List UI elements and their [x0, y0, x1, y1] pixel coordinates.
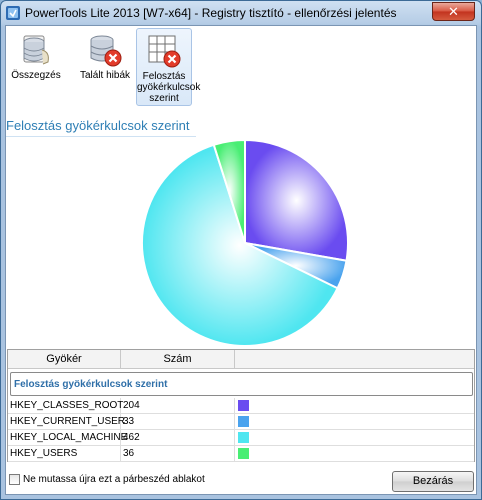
- report-window: PowerTools Lite 2013 [W7-x64] - Registry…: [0, 0, 482, 500]
- window-title: PowerTools Lite 2013 [W7-x64] - Registry…: [25, 6, 397, 20]
- section-divider: [6, 136, 196, 137]
- tool-root-key-split[interactable]: Felosztás gyökérkulcsok szerint: [136, 28, 201, 106]
- dialog-content: Összegzés Talált hibák Felosztás gyökérk…: [5, 25, 477, 495]
- column-header-color[interactable]: [235, 350, 474, 369]
- table-header: Gyökér Szám: [8, 350, 474, 369]
- cell-count: 33: [121, 414, 235, 430]
- dont-show-again-checkbox[interactable]: [9, 474, 20, 485]
- cell-root: HKEY_LOCAL_MACHINE: [8, 430, 127, 446]
- toolbar: Összegzés Talált hibák Felosztás gyökérk…: [6, 26, 476, 110]
- tool-label-line: szerint: [149, 93, 179, 104]
- tool-label-line: Felosztás: [142, 71, 186, 82]
- cell-root: HKEY_CLASSES_ROOT: [8, 398, 123, 414]
- cell-count: 204: [121, 398, 235, 414]
- color-swatch: [238, 416, 249, 427]
- color-swatch: [238, 432, 249, 443]
- close-button[interactable]: Bezárás: [392, 471, 474, 492]
- table-row[interactable]: HKEY_USERS 36: [8, 446, 474, 462]
- title-bar[interactable]: PowerTools Lite 2013 [W7-x64] - Registry…: [1, 1, 481, 25]
- cell-count: 462: [121, 430, 235, 446]
- registry-error-icon: [90, 35, 122, 67]
- tool-summary[interactable]: Összegzés: [8, 28, 64, 106]
- close-icon: ✕: [448, 4, 459, 19]
- table-row[interactable]: HKEY_LOCAL_MACHINE 462: [8, 430, 474, 446]
- group-label: Felosztás gyökérkulcsok szerint: [14, 379, 168, 390]
- tool-label: Összegzés: [11, 70, 61, 81]
- grid-error-icon: [148, 35, 181, 68]
- color-swatch: [238, 448, 249, 459]
- window-close-button[interactable]: ✕: [432, 2, 475, 21]
- dont-show-again-label[interactable]: Ne mutassa újra ezt a párbeszéd ablakot: [23, 474, 205, 485]
- root-key-table: Gyökér Szám Felosztás gyökérkulcsok szer…: [7, 349, 475, 462]
- column-header-root[interactable]: Gyökér: [8, 350, 121, 369]
- tool-label-line: gyökérkulcsok: [137, 82, 201, 93]
- table-group-row[interactable]: Felosztás gyökérkulcsok szerint: [10, 372, 473, 396]
- cell-count: 36: [121, 446, 235, 462]
- tool-label: Talált hibák: [79, 70, 131, 81]
- cell-root: HKEY_CURRENT_USER: [8, 414, 125, 430]
- pie-chart: [141, 138, 349, 347]
- pie-slice-hkey-classes-root: [244, 138, 349, 262]
- tool-found-errors[interactable]: Talált hibák: [72, 28, 138, 106]
- registry-stack-icon: [23, 35, 49, 65]
- table-row[interactable]: HKEY_CURRENT_USER 33: [8, 414, 474, 430]
- section-title: Felosztás gyökérkulcsok szerint: [6, 118, 190, 133]
- dialog-footer: Ne mutassa újra ezt a párbeszéd ablakot …: [6, 470, 476, 494]
- table-row[interactable]: HKEY_CLASSES_ROOT 204: [8, 398, 474, 414]
- column-header-count[interactable]: Szám: [121, 350, 235, 369]
- cell-root: HKEY_USERS: [8, 446, 121, 462]
- app-icon: [6, 6, 20, 20]
- color-swatch: [238, 400, 249, 411]
